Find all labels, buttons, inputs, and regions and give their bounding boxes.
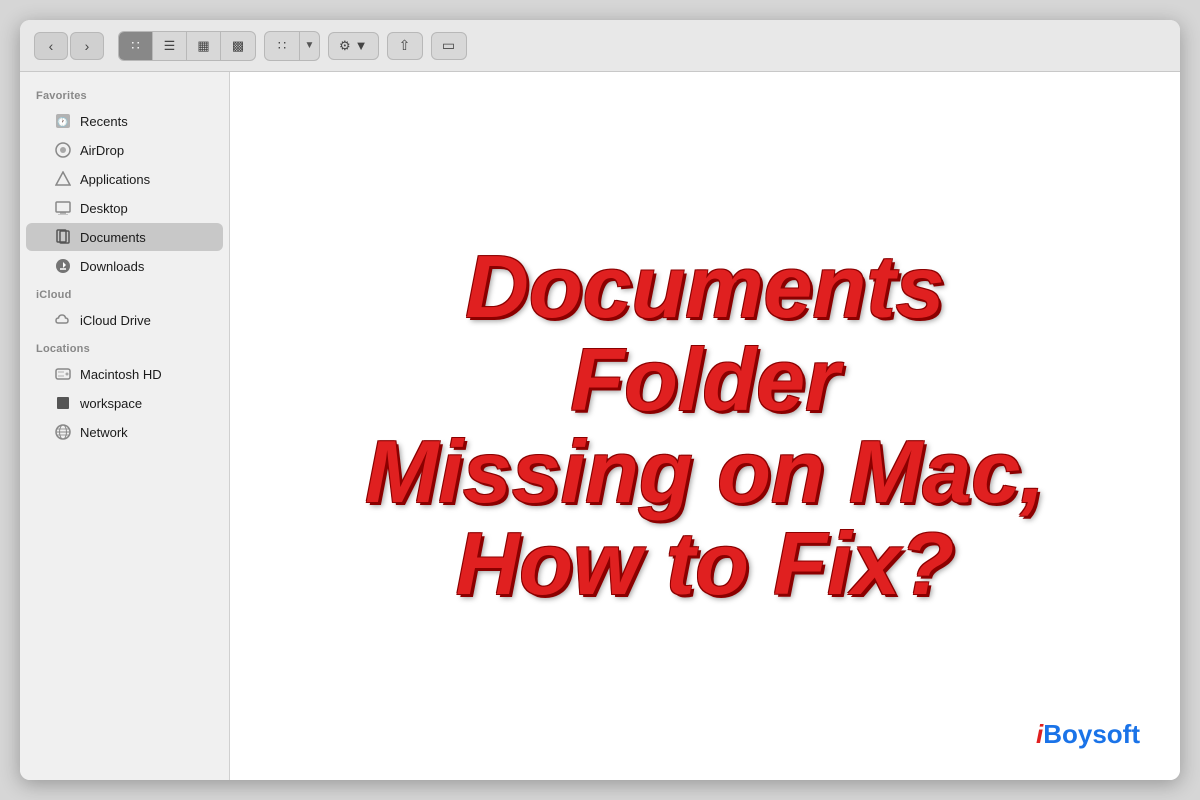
headline-line1: Documents Folder (465, 237, 944, 428)
view-mode-group: ∷ ☰ ▦ ▩ (118, 31, 256, 61)
sidebar-item-downloads[interactable]: Downloads (26, 252, 223, 280)
action-button[interactable]: ⚙ ▼ (328, 32, 379, 60)
tag-button[interactable]: ▭ (431, 32, 467, 60)
sidebar-item-recents[interactable]: 🕐 Recents (26, 107, 223, 135)
group-view-icon: ∷ (265, 32, 299, 60)
sidebar-item-workspace[interactable]: workspace (26, 389, 223, 417)
documents-label: Documents (80, 230, 146, 245)
sidebar-item-airdrop[interactable]: AirDrop (26, 136, 223, 164)
sidebar-item-icloud-drive[interactable]: iCloud Drive (26, 306, 223, 334)
gear-icon: ⚙ (339, 38, 351, 54)
macintosh-hd-icon (54, 365, 72, 383)
network-icon (54, 423, 72, 441)
icloud-drive-label: iCloud Drive (80, 313, 151, 328)
macintosh-hd-label: Macintosh HD (80, 367, 162, 382)
airdrop-icon (54, 141, 72, 159)
desktop-icon (54, 199, 72, 217)
headline: Documents Folder Missing on Mac, How to … (285, 221, 1125, 631)
forward-icon: › (85, 38, 90, 54)
desktop-label: Desktop (80, 201, 128, 216)
column-view-icon: ▦ (197, 38, 209, 54)
back-icon: ‹ (49, 38, 54, 54)
workspace-icon (54, 394, 72, 412)
forward-button[interactable]: › (70, 32, 104, 60)
content-area: Favorites 🕐 Recents AirDrop (20, 72, 1180, 780)
workspace-label: workspace (80, 396, 142, 411)
gallery-view-button[interactable]: ▩ (221, 32, 255, 60)
list-view-icon: ☰ (164, 38, 176, 54)
group-dropdown-arrow[interactable]: ▼ (299, 32, 319, 60)
recents-icon: 🕐 (54, 112, 72, 130)
gallery-view-icon: ▩ (232, 38, 244, 54)
toolbar: ‹ › ∷ ☰ ▦ ▩ ∷ ▼ ⚙ ▼ (20, 20, 1180, 72)
favorites-header: Favorites (20, 82, 229, 106)
headline-line2: Missing on Mac, (365, 422, 1045, 521)
applications-icon (54, 170, 72, 188)
svg-text:🕐: 🕐 (57, 116, 68, 127)
downloads-label: Downloads (80, 259, 144, 274)
main-panel: Documents Folder Missing on Mac, How to … (230, 72, 1180, 780)
sidebar: Favorites 🕐 Recents AirDrop (20, 72, 230, 780)
icon-view-button[interactable]: ∷ (119, 32, 153, 60)
recents-label: Recents (80, 114, 128, 129)
downloads-icon (54, 257, 72, 275)
airdrop-label: AirDrop (80, 143, 124, 158)
headline-line3: How to Fix? (456, 514, 955, 613)
applications-label: Applications (80, 172, 150, 187)
icloud-drive-icon (54, 311, 72, 329)
list-view-button[interactable]: ☰ (153, 32, 187, 60)
documents-icon (54, 228, 72, 246)
tag-icon: ▭ (442, 37, 455, 54)
finder-window: ‹ › ∷ ☰ ▦ ▩ ∷ ▼ ⚙ ▼ (20, 20, 1180, 780)
sidebar-item-desktop[interactable]: Desktop (26, 194, 223, 222)
share-button[interactable]: ⇧ (387, 32, 423, 60)
network-label: Network (80, 425, 128, 440)
iboysoft-brand: iBoysoft (1036, 719, 1140, 750)
brand-suffix: Boysoft (1043, 719, 1140, 749)
group-by-dropdown[interactable]: ∷ ▼ (264, 31, 320, 61)
locations-header: Locations (20, 335, 229, 359)
back-button[interactable]: ‹ (34, 32, 68, 60)
action-dropdown-arrow: ▼ (355, 38, 368, 53)
icloud-header: iCloud (20, 281, 229, 305)
nav-group: ‹ › (34, 32, 104, 60)
sidebar-item-network[interactable]: Network (26, 418, 223, 446)
column-view-button[interactable]: ▦ (187, 32, 221, 60)
sidebar-item-applications[interactable]: Applications (26, 165, 223, 193)
share-icon: ⇧ (399, 37, 411, 54)
sidebar-item-macintosh-hd[interactable]: Macintosh HD (26, 360, 223, 388)
icon-view-icon: ∷ (131, 38, 139, 54)
sidebar-item-documents[interactable]: Documents (26, 223, 223, 251)
